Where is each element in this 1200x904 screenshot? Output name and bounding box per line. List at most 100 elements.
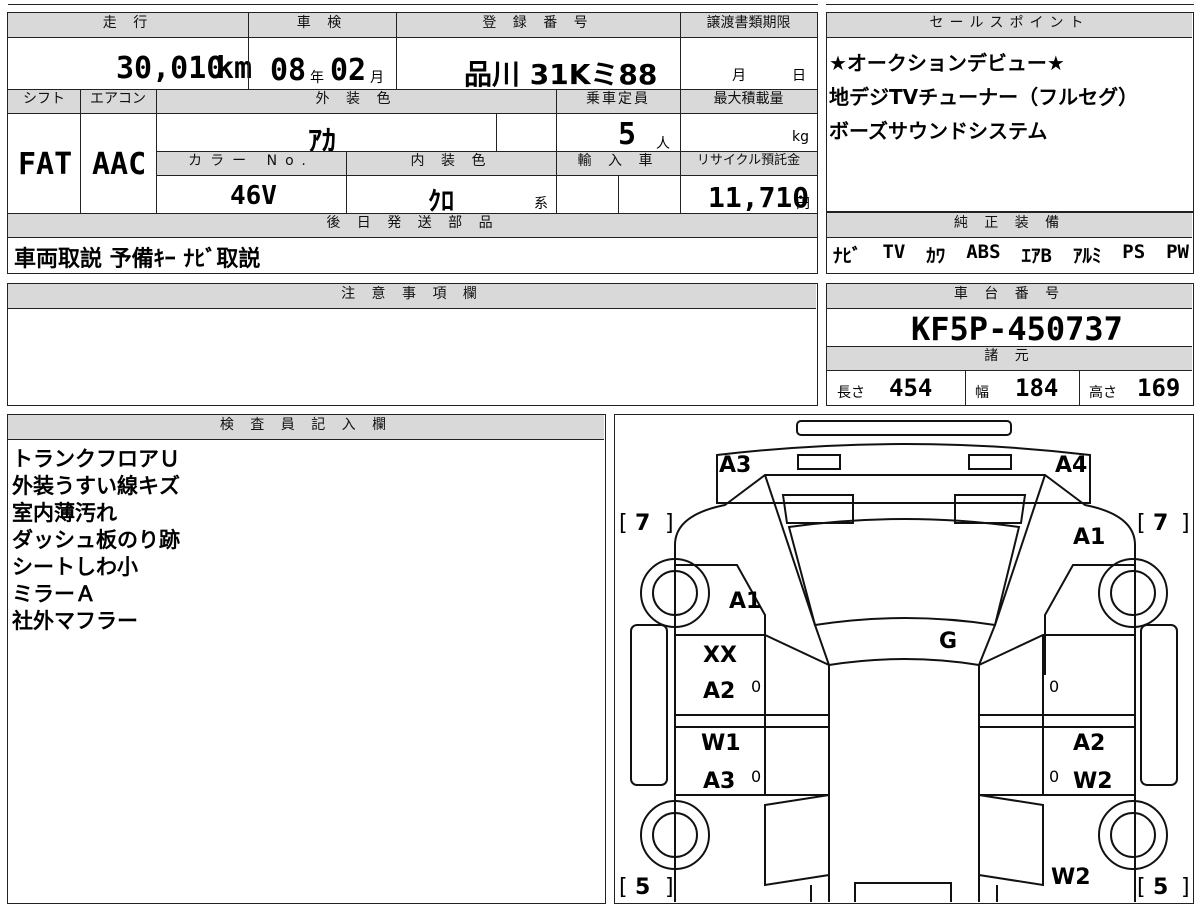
tire-rear-left-bracket: [ bbox=[619, 875, 628, 900]
tire-rear-right-bracket: [ bbox=[1137, 875, 1146, 900]
capacity-header: 乗車定員 bbox=[556, 89, 680, 113]
height-value: 169 bbox=[1137, 374, 1181, 402]
car-outline-diagram bbox=[630, 420, 1178, 902]
damage-code-left-front-door-2: A2 bbox=[703, 679, 736, 704]
sales-point-1: ★オークションデビュー★ bbox=[829, 51, 1065, 75]
inspection-year-unit: 年 bbox=[310, 70, 324, 86]
damage-diagram-panel: [ 7 ] [ 7 ] [ 5 ] [ 5 ] A3 A4 A1 A1 G XX… bbox=[614, 414, 1194, 904]
import-header: 輸 入 車 bbox=[556, 151, 680, 175]
tire-front-left-value: 7 bbox=[635, 511, 651, 536]
aircon-header: エアコン bbox=[80, 89, 156, 113]
equipment-item: ABS bbox=[966, 241, 1001, 263]
damage-code-left-rear-door-1: W1 bbox=[701, 731, 741, 756]
mileage-unit: km bbox=[216, 51, 253, 86]
tire-rear-right-value: 5 bbox=[1153, 875, 1169, 900]
inspection-month-unit: 月 bbox=[370, 70, 384, 86]
deadline-month-unit: 月 bbox=[732, 68, 746, 84]
equipment-item: PW bbox=[1166, 241, 1189, 263]
damage-code-right-rear-door-2: W2 bbox=[1073, 769, 1113, 794]
damage-code-top-right: A4 bbox=[1055, 453, 1088, 478]
equipment-item: ｱﾙﾐ bbox=[1072, 245, 1102, 267]
capacity-unit: 人 bbox=[656, 136, 670, 152]
chassis-no-value: KF5P-450737 bbox=[911, 310, 1123, 348]
max-load-unit: kg bbox=[792, 129, 809, 145]
inspection-header: 車 検 bbox=[248, 13, 396, 37]
height-label: 高さ bbox=[1089, 385, 1117, 401]
damage-code-rear-right: W2 bbox=[1051, 865, 1091, 890]
inspection-year: 08 bbox=[270, 53, 307, 88]
tire-rear-right-close: ] bbox=[1181, 875, 1190, 900]
specs-header: 諸 元 bbox=[827, 346, 1192, 370]
damage-code-right-rear-door-1: A2 bbox=[1073, 731, 1106, 756]
shift-value: FAT bbox=[18, 147, 73, 182]
registration-number: 品川 31Kミ88 bbox=[464, 58, 658, 91]
mileage-header: 走 行 bbox=[8, 13, 248, 37]
top-strip bbox=[0, 0, 1200, 6]
recycle-fee-header: リサイクル預託金 bbox=[680, 151, 817, 175]
inspector-notes-header: 検 査 員 記 入 欄 bbox=[8, 415, 604, 439]
damage-code-left-rear-door-2: A3 bbox=[703, 769, 736, 794]
aircon-value: AAC bbox=[92, 147, 147, 182]
equipment-item: PS bbox=[1122, 241, 1146, 263]
equipment-item: ｶﾜ bbox=[926, 245, 946, 267]
exterior-color-header: 外 装 色 bbox=[156, 89, 556, 113]
damage-code-front-left-fender: A1 bbox=[729, 589, 762, 614]
equipment-item: TV bbox=[882, 241, 906, 263]
door-mark: 0 bbox=[1049, 767, 1060, 786]
inspector-note: ミラーＡ bbox=[12, 582, 96, 606]
later-parts-value: 車両取説 予備ｷｰ ﾅﾋﾞ取説 bbox=[14, 247, 261, 272]
sales-points-panel: セールスポイント ★オークションデビュー★ 地デジTVチューナー（フルセグ） ボ… bbox=[826, 12, 1194, 212]
shift-header: シフト bbox=[8, 89, 80, 113]
inspector-note: トランクフロアＵ bbox=[12, 447, 180, 471]
length-value: 454 bbox=[889, 374, 933, 402]
tire-front-right-bracket: [ bbox=[1137, 511, 1146, 536]
mileage-value: 30,010 bbox=[116, 51, 225, 86]
door-mark: 0 bbox=[751, 767, 762, 786]
vehicle-info-table: 走 行 車 検 登 録 番 号 譲渡書類期限 30,010 km 08 年 02… bbox=[7, 12, 818, 274]
damage-code-left-front-door-1: XX bbox=[703, 643, 737, 668]
tire-front-right-value: 7 bbox=[1153, 511, 1169, 536]
sales-point-3: ボーズサウンドシステム bbox=[829, 119, 1048, 143]
inspector-note: 社外マフラー bbox=[12, 609, 138, 633]
damage-code-top-left: A3 bbox=[719, 453, 752, 478]
genuine-equipment-header: 純 正 装 備 bbox=[827, 213, 1192, 237]
inspector-note: シートしわ小 bbox=[12, 555, 138, 579]
color-no-value: 46V bbox=[230, 181, 277, 211]
sales-point-2: 地デジTVチューナー（フルセグ） bbox=[829, 85, 1139, 109]
recycle-fee-value: 11,710 bbox=[708, 181, 810, 214]
chassis-no-header: 車 台 番 号 bbox=[827, 284, 1192, 308]
tire-front-left-close: ] bbox=[665, 511, 674, 536]
deadline-day-unit: 日 bbox=[792, 68, 806, 84]
recycle-fee-unit: 円 bbox=[796, 196, 810, 212]
registration-header: 登 録 番 号 bbox=[396, 13, 680, 37]
width-value: 184 bbox=[1015, 374, 1059, 402]
damage-code-roof: G bbox=[939, 629, 958, 654]
sales-points-header: セールスポイント bbox=[827, 13, 1192, 37]
transfer-deadline-header: 譲渡書類期限 bbox=[680, 13, 817, 37]
tire-front-left-bracket: [ bbox=[619, 511, 628, 536]
inspector-note: 室内薄汚れ bbox=[12, 501, 117, 525]
inspector-notes-panel: 検 査 員 記 入 欄 トランクフロアＵ 外装うすい線キズ 室内薄汚れ ダッシュ… bbox=[7, 414, 606, 904]
genuine-equipment-panel: 純 正 装 備 ﾅﾋﾞ TV ｶﾜ ABS ｴｱB ｱﾙﾐ PS PW bbox=[826, 212, 1194, 274]
inspection-month: 02 bbox=[330, 53, 367, 88]
equipment-item: ｴｱB bbox=[1021, 245, 1052, 267]
max-load-header: 最大積載量 bbox=[680, 89, 817, 113]
length-label: 長さ bbox=[837, 385, 865, 401]
color-no-header: カラー No. bbox=[156, 151, 346, 175]
notes-panel: 注 意 事 項 欄 bbox=[7, 283, 818, 406]
notes-header: 注 意 事 項 欄 bbox=[8, 284, 816, 308]
damage-code-front-right-fender: A1 bbox=[1073, 525, 1106, 550]
tire-rear-left-close: ] bbox=[665, 875, 674, 900]
tire-front-right-close: ] bbox=[1181, 511, 1190, 536]
door-mark: 0 bbox=[1049, 677, 1060, 696]
width-label: 幅 bbox=[975, 385, 989, 401]
inspector-note: ダッシュ板のり跡 bbox=[12, 528, 180, 552]
tire-rear-left-value: 5 bbox=[635, 875, 651, 900]
equipment-item: ﾅﾋﾞ bbox=[833, 245, 862, 267]
later-parts-header: 後 日 発 送 部 品 bbox=[8, 213, 817, 237]
interior-color-suffix: 系 bbox=[534, 196, 548, 212]
inspector-note: 外装うすい線キズ bbox=[12, 474, 180, 498]
door-mark: 0 bbox=[751, 677, 762, 696]
chassis-specs-panel: 車 台 番 号 KF5P-450737 諸 元 長さ 454 幅 184 高さ … bbox=[826, 283, 1194, 406]
capacity-value: 5 bbox=[618, 117, 637, 152]
